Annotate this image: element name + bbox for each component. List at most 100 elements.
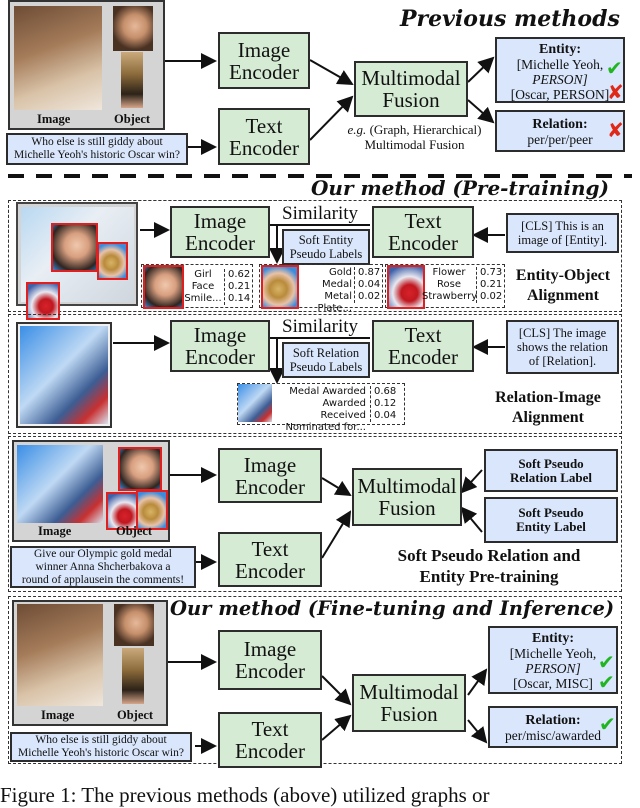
previous-methods-title: Previous methods <box>400 6 620 32</box>
candidate-image <box>143 265 184 309</box>
label-line: Entity-Object <box>515 267 611 284</box>
relation-candidate-group: Medal Awarded Awarded Received Nominated… <box>237 383 405 433</box>
candidate-score: 0.04 <box>374 410 397 421</box>
label-line: Alignment <box>527 287 599 304</box>
object-face-crop <box>114 604 154 646</box>
label-line: Soft Relation <box>292 346 360 360</box>
encoder-label: Image <box>193 209 247 233</box>
fusion-label: Multimodal <box>359 680 459 704</box>
candidate-labels: Gold Medal Metal Plate... <box>296 267 352 315</box>
relation-image-panel <box>16 322 112 428</box>
encoder-label: Encoder <box>229 135 299 160</box>
label-line: Entity Label <box>516 519 586 534</box>
image-caption: Image <box>38 524 72 538</box>
image-encoder: Image Encoder <box>218 630 322 690</box>
label-line: Entity Pre-training <box>419 567 559 586</box>
text-input-box: Who else is still giddy about Michelle Y… <box>10 732 192 762</box>
note-line: Multimodal Fusion <box>364 137 465 152</box>
candidate-label: Face <box>191 281 215 292</box>
figure-caption: Figure 1: The previous methods (above) u… <box>0 783 490 807</box>
text-encoder: Text Encoder <box>372 320 474 372</box>
encoder-label: Encoder <box>388 345 458 369</box>
candidate-label: Flower <box>432 267 466 278</box>
text-line: Who else is still giddy about <box>31 136 163 148</box>
fusion-label: Fusion <box>378 496 436 520</box>
check-icon: ✔ <box>598 670 615 694</box>
relation-prompt-box: [CLS] The image shows the relation of [R… <box>506 320 619 374</box>
candidate-scores: 0.68 0.12 0.04 <box>370 386 396 422</box>
cross-icon: ✘ <box>607 80 624 104</box>
candidate-score: 0.12 <box>374 398 397 409</box>
object-caption: Object <box>116 524 153 538</box>
candidate-score: 0.21 <box>228 281 251 292</box>
encoder-label: Text <box>251 536 289 561</box>
encoder-label: Encoder <box>235 659 305 683</box>
note-line: (Graph, Hierarchical) <box>369 122 482 137</box>
check-icon: ✔ <box>599 712 616 736</box>
fusion-label: Fusion <box>382 88 440 112</box>
object-box-face <box>118 447 162 491</box>
prompt-line: of [Relation]. <box>528 354 597 368</box>
object-box-medal <box>97 242 128 280</box>
label-line: Soft Pseudo <box>518 455 584 471</box>
similarity-label: Similarity <box>282 203 358 224</box>
encoder-label: Text <box>251 717 289 741</box>
text-input-box: Who else is still giddy about Michelle Y… <box>6 133 188 165</box>
soft-entity-pseudo-labels: Soft Entity Pseudo Labels <box>282 229 370 265</box>
pretraining-title: Our method (Pre-training) <box>311 176 609 200</box>
label-line: Relation Label <box>510 469 592 485</box>
text-line: round of applausein the comments! <box>21 573 185 586</box>
relation-value: per/per/peer <box>527 132 593 147</box>
encoder-label: Image <box>237 37 291 62</box>
entity-title: Entity: <box>532 631 574 646</box>
candidate-score: 0.68 <box>374 386 397 397</box>
arrow <box>309 59 354 85</box>
object-caption: Object <box>114 112 151 126</box>
object-caption: Object <box>117 708 154 722</box>
encoder-label: Image <box>243 637 297 661</box>
encoder-label: Text <box>245 113 283 138</box>
candidate-label: Medal Awarded <box>289 386 366 397</box>
candidate-group-medal: Gold Medal Metal Plate... 0.87 0.04 0.02 <box>259 264 383 314</box>
candidate-label: Gold Medal <box>321 267 352 290</box>
candidate-group-flower: Flower Rose Strawberry 0.73 0.21 0.02 <box>385 264 505 309</box>
candidate-image <box>261 265 299 309</box>
candidate-score: 0.62 <box>228 269 251 280</box>
soft-relation-pseudo-labels: Soft Relation Pseudo Labels <box>282 342 370 378</box>
candidate-labels: Flower Rose Strawberry <box>422 267 477 303</box>
text-input-box: Give our Olympic gold medal winner Anna … <box>10 546 196 588</box>
image-photo <box>20 326 108 424</box>
candidate-labels: Medal Awarded Awarded Received Nominated… <box>274 386 366 434</box>
arrow <box>467 99 495 124</box>
check-icon: ✔ <box>606 56 623 80</box>
text-encoder: Text Encoder <box>218 712 322 768</box>
text-line: Michelle Yeoh's historic Oscar win? <box>14 149 180 161</box>
fusion-label: Multimodal <box>361 66 461 90</box>
text-line: winner Anna Shcherbakova a <box>35 560 171 573</box>
encoder-label: Encoder <box>235 474 305 499</box>
encoder-label: Image <box>193 323 247 347</box>
candidate-image <box>387 265 425 309</box>
candidate-score: 0.73 <box>480 267 503 278</box>
candidate-label: Girl <box>194 269 212 280</box>
soft-pseudo-image-panel: Image Object <box>12 440 170 542</box>
pretrain-image-panel <box>16 202 138 320</box>
label-line: Soft Pseudo <box>518 505 584 520</box>
relation-image-alignment-label: Relation-Image Alignment <box>478 388 618 428</box>
image-object-panel: Image Object <box>12 600 168 726</box>
candidate-label: Awarded Received <box>320 398 367 421</box>
fusion-note: e.g. (Graph, Hierarchical) Multimodal Fu… <box>332 122 497 152</box>
encoder-label: Encoder <box>229 59 299 84</box>
relation-title: Relation: <box>525 713 581 728</box>
candidate-scores: 0.73 0.21 0.02 <box>476 267 502 303</box>
image-object-panel: Image Object <box>8 0 165 130</box>
text-encoder: Text Encoder <box>218 108 310 165</box>
encoder-label: Image <box>243 452 297 477</box>
encoder-label: Encoder <box>235 739 305 763</box>
image-encoder: Image Encoder <box>170 206 270 258</box>
image-caption: Image <box>37 112 71 126</box>
label-line: Relation-Image <box>495 389 601 406</box>
multimodal-fusion: Multimodal Fusion <box>352 674 466 732</box>
cross-icon: ✘ <box>607 118 624 142</box>
text-line: Who else is still giddy about <box>35 734 167 746</box>
